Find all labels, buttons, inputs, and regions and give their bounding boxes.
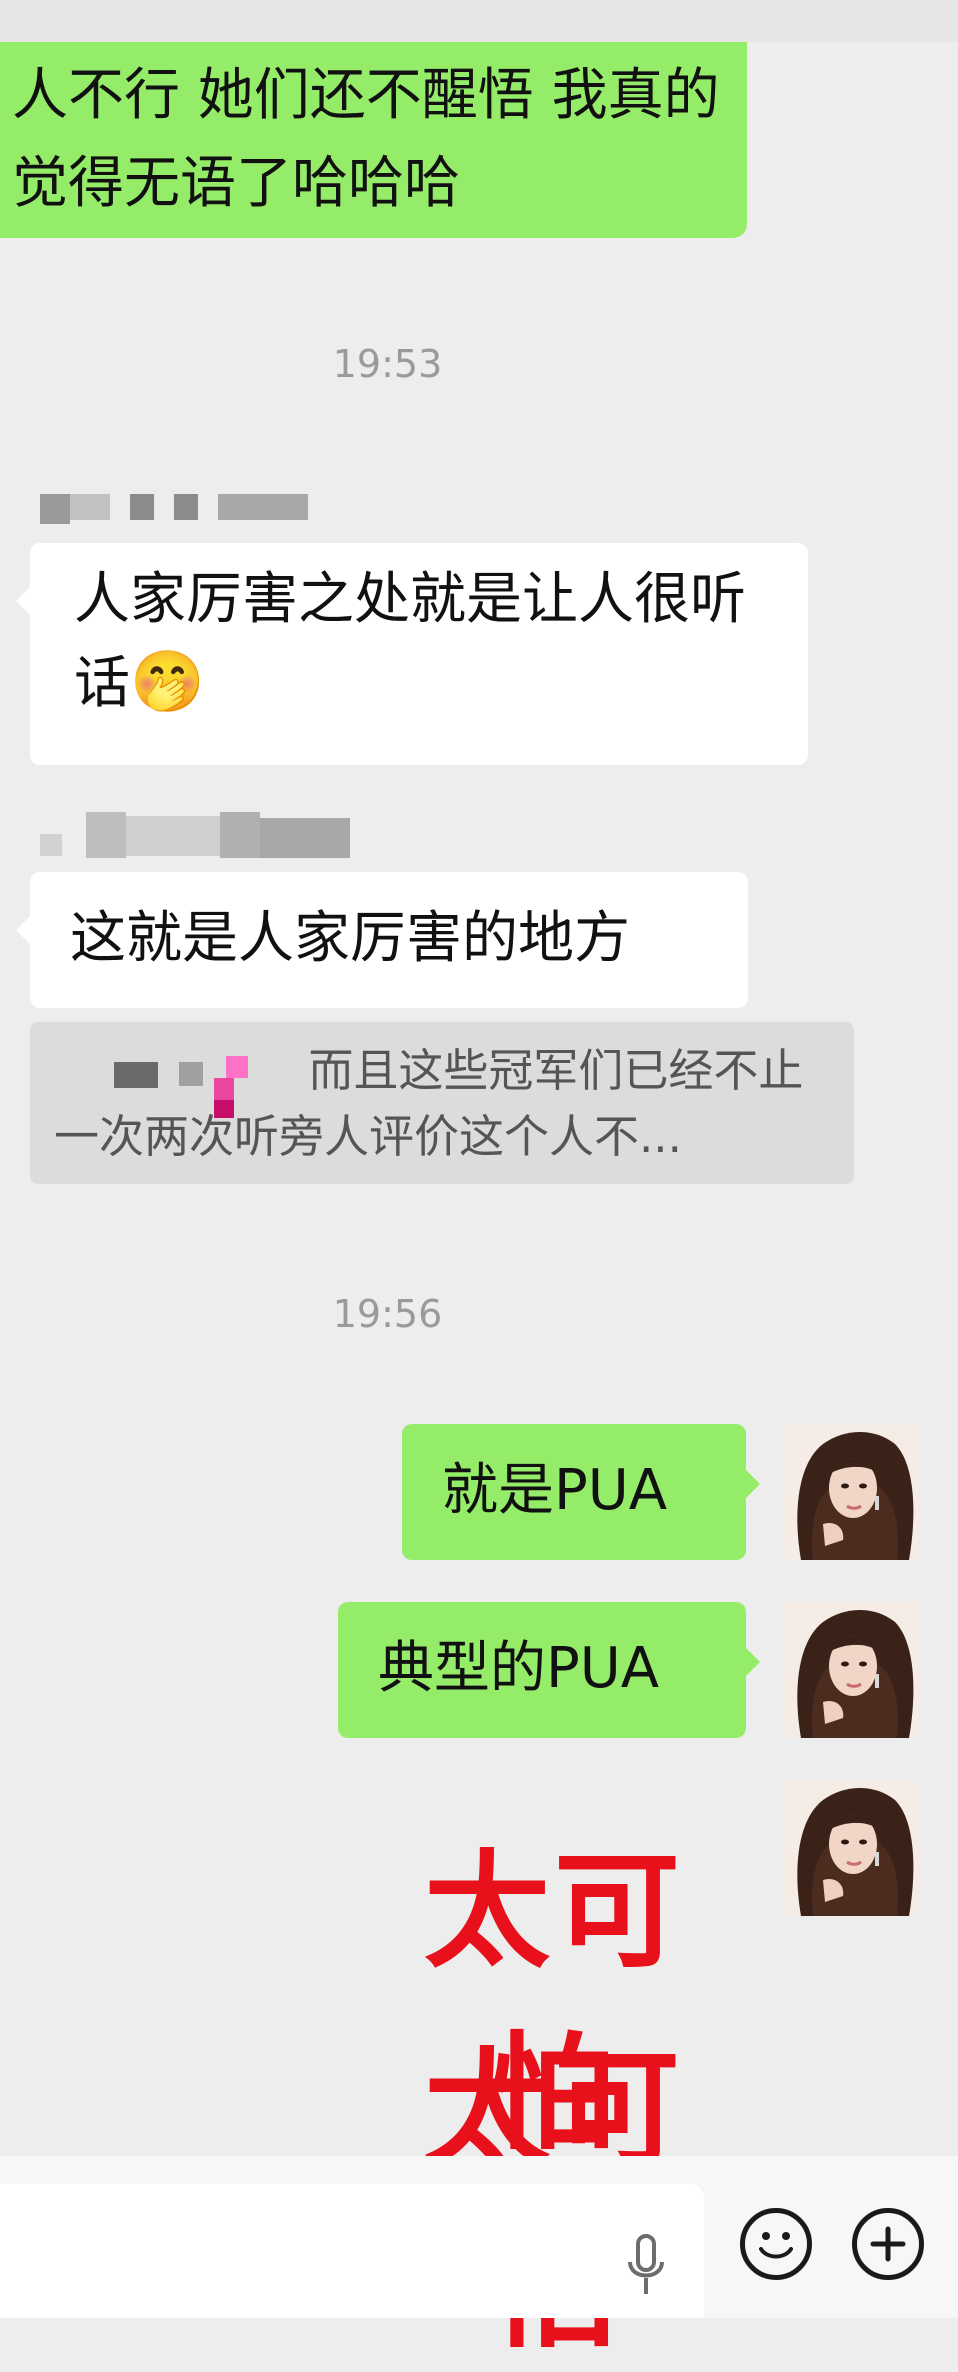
message-text: 就是PUA xyxy=(442,1458,668,1523)
message-text: 人不行 她们还不醒悟 我真的觉得无语了哈哈哈 xyxy=(12,63,720,216)
message-bubble-received[interactable]: 人家厉害之处就是让人很听话🤭 xyxy=(16,543,808,765)
avatar[interactable] xyxy=(783,1602,919,1738)
message-bubble-sent[interactable]: 典型的PUA xyxy=(338,1602,760,1738)
timestamp: 19:53 xyxy=(332,342,443,386)
avatar[interactable] xyxy=(783,1424,919,1560)
message-text: 典型的PUA xyxy=(378,1636,660,1701)
message-bubble-sent-top[interactable]: 人不行 她们还不醒悟 我真的觉得无语了哈哈哈 xyxy=(0,42,747,238)
covering-mouth-emoji-icon: 🤭 xyxy=(130,647,205,717)
top-strip xyxy=(0,0,958,42)
plus-icon[interactable] xyxy=(852,2208,924,2280)
avatar[interactable] xyxy=(783,1780,919,1916)
microphone-icon[interactable] xyxy=(626,2232,666,2302)
quoted-message[interactable]: 而且这些冠军们已经不止一次两次听旁人评价这个人不... xyxy=(30,1022,854,1184)
input-bar xyxy=(0,2156,958,2318)
message-bubble-sent[interactable]: 就是PUA xyxy=(402,1424,760,1560)
message-input[interactable] xyxy=(0,2184,704,2318)
timestamp: 19:56 xyxy=(332,1292,443,1336)
quoted-sender-blurred xyxy=(54,1044,294,1118)
message-bubble-received[interactable]: 这就是人家厉害的地方 xyxy=(16,872,748,1008)
smiley-icon[interactable] xyxy=(740,2208,812,2280)
message-text: 这就是人家厉害的地方 xyxy=(70,906,630,971)
